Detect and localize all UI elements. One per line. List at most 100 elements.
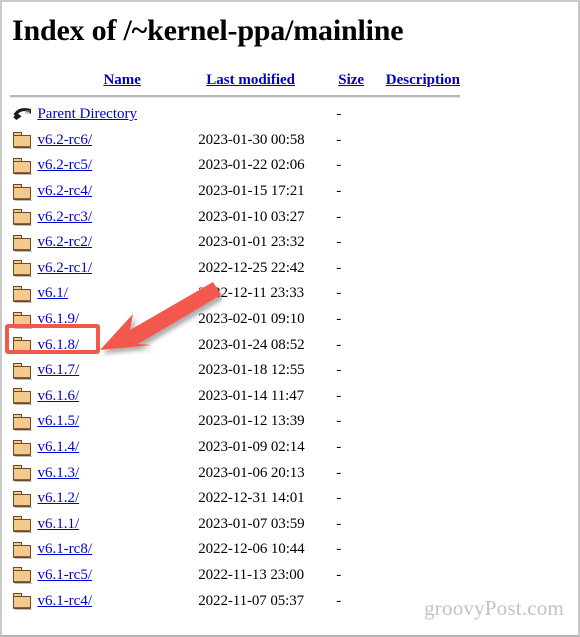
- directory-name-cell[interactable]: v6.1.2/: [37, 486, 198, 512]
- folder-icon: [13, 490, 33, 508]
- table-row: v6.2-rc5/2023-01-22 02:06 -: [10, 153, 460, 179]
- description-cell: [384, 281, 460, 307]
- directory-name-cell[interactable]: v6.1.4/: [37, 435, 198, 461]
- row-icon-cell: [10, 563, 37, 589]
- directory-name-cell[interactable]: v6.1.9/: [37, 307, 198, 333]
- description-cell: [384, 435, 460, 461]
- table-row: v6.1.5/2023-01-12 13:39 -: [10, 409, 460, 435]
- last-modified-cell: 2022-12-11 23:33: [198, 285, 305, 302]
- sort-by-description-link[interactable]: Description: [384, 72, 460, 88]
- directory-link[interactable]: v6.2-rc4/: [37, 183, 92, 199]
- header-icon-spacer: [10, 65, 37, 95]
- table-row: v6.2-rc2/2023-01-01 23:32 -: [10, 230, 460, 256]
- directory-name-cell[interactable]: v6.1/: [37, 281, 198, 307]
- folder-icon: [13, 259, 33, 278]
- directory-name-cell[interactable]: v6.1.3/: [37, 460, 198, 486]
- directory-name-cell[interactable]: v6.2-rc5/: [37, 153, 198, 179]
- row-icon-cell: [10, 332, 37, 358]
- directory-link[interactable]: v6.1.3/: [37, 465, 79, 481]
- directory-link[interactable]: v6.2-rc5/: [37, 157, 92, 173]
- page-title: Index of /~kernel-ppa/mainline: [12, 14, 404, 47]
- directory-name-cell[interactable]: v6.1-rc5/: [37, 563, 198, 589]
- row-icon-cell: [10, 512, 37, 538]
- directory-name-cell[interactable]: v6.1.1/: [37, 512, 198, 538]
- table-row: v6.1.6/2023-01-14 11:47 -: [10, 384, 460, 410]
- last-modified-cell: 2023-01-22 02:06: [198, 157, 305, 174]
- size-cell: -: [336, 183, 342, 200]
- folder-icon: [13, 234, 33, 252]
- directory-link[interactable]: v6.1.4/: [37, 439, 79, 455]
- table-row: v6.2-rc1/2022-12-25 22:42 -: [10, 256, 460, 282]
- directory-link[interactable]: v6.1.8/: [37, 337, 79, 353]
- directory-name-cell[interactable]: v6.2-rc1/: [37, 256, 198, 282]
- size-cell: -: [336, 285, 342, 302]
- last-modified-cell: 2023-01-09 02:14: [198, 439, 305, 456]
- directory-name-cell[interactable]: v6.2-rc3/: [37, 204, 198, 230]
- table-row: v6.1-rc5/2022-11-13 23:00 -: [10, 563, 460, 589]
- directory-link[interactable]: v6.1-rc5/: [37, 567, 92, 583]
- directory-name-cell[interactable]: v6.2-rc6/: [37, 128, 198, 154]
- directory-listing-table: Name Last modified Size Description Pare…: [10, 65, 460, 614]
- directory-link[interactable]: v6.1-rc4/: [37, 593, 92, 609]
- directory-link[interactable]: v6.2-rc3/: [37, 209, 92, 225]
- table-body: Parent Directory - v6.2-rc6/2023-01-30 00:…: [10, 102, 460, 614]
- watermark: groovyPost.com: [424, 596, 564, 620]
- parent-directory-link[interactable]: Parent Directory: [37, 106, 137, 122]
- table-row: v6.2-rc4/2023-01-15 17:21 -: [10, 179, 460, 205]
- folder-icon: [13, 131, 33, 150]
- directory-link[interactable]: v6.1/: [37, 285, 67, 301]
- row-icon-cell: [10, 384, 37, 410]
- size-cell: -: [336, 566, 342, 583]
- directory-link[interactable]: v6.1.1/: [37, 516, 79, 532]
- directory-link[interactable]: v6.1.7/: [37, 362, 79, 378]
- directory-link[interactable]: v6.1-rc8/: [37, 541, 92, 557]
- table-row: v6.1.4/2023-01-09 02:14 -: [10, 435, 460, 461]
- size-cell: -: [336, 157, 342, 174]
- row-icon-cell: [10, 179, 37, 205]
- folder-icon: [13, 464, 33, 483]
- sort-by-last-modified-link[interactable]: Last modified: [198, 72, 295, 88]
- sort-by-name-link[interactable]: Name: [37, 72, 141, 88]
- directory-link[interactable]: v6.2-rc1/: [37, 260, 92, 276]
- description-cell: [384, 179, 460, 205]
- directory-name-cell[interactable]: v6.1.7/: [37, 358, 198, 384]
- column-header-name[interactable]: Name: [37, 65, 198, 95]
- directory-name-cell[interactable]: v6.2-rc2/: [37, 230, 198, 256]
- size-cell: -: [336, 592, 342, 609]
- row-icon-cell: [10, 102, 37, 128]
- directory-name-cell[interactable]: v6.1.6/: [37, 384, 198, 410]
- folder-icon: [13, 362, 33, 380]
- last-modified-cell: 2022-12-25 22:42: [198, 259, 305, 276]
- directory-name-cell[interactable]: v6.2-rc4/: [37, 179, 198, 205]
- folder-icon: [13, 311, 33, 329]
- size-cell: -: [336, 362, 342, 379]
- row-icon-cell: [10, 460, 37, 486]
- last-modified-cell: 2023-01-12 13:39: [198, 413, 305, 430]
- description-cell: [384, 486, 460, 512]
- column-header-last-modified[interactable]: Last modified: [198, 65, 336, 95]
- directory-link[interactable]: v6.1.2/: [37, 490, 79, 506]
- directory-link[interactable]: v6.2-rc2/: [37, 234, 92, 250]
- directory-name-cell[interactable]: v6.1.8/: [37, 332, 198, 358]
- row-icon-cell: [10, 256, 37, 282]
- parent-directory-cell[interactable]: Parent Directory: [37, 102, 198, 128]
- directory-link[interactable]: v6.2-rc6/: [37, 132, 92, 148]
- directory-link[interactable]: v6.1.5/: [37, 413, 79, 429]
- directory-link[interactable]: v6.1.9/: [37, 311, 79, 327]
- folder-icon: [13, 592, 33, 611]
- sort-by-size-link[interactable]: Size: [336, 72, 364, 88]
- size-cell: -: [336, 490, 342, 507]
- table-row: v6.1.2/2022-12-31 14:01 -: [10, 486, 460, 512]
- folder-icon: [13, 285, 33, 303]
- directory-name-cell[interactable]: v6.1-rc4/: [37, 588, 198, 614]
- last-modified-cell: 2023-01-14 11:47: [198, 387, 305, 404]
- last-modified-cell: 2022-12-06 10:44: [198, 541, 305, 558]
- folder-icon: [13, 336, 33, 355]
- horizontal-rule: [10, 95, 460, 98]
- table-row: Parent Directory -: [10, 102, 460, 128]
- column-header-size[interactable]: Size: [336, 65, 384, 95]
- directory-link[interactable]: v6.1.6/: [37, 388, 79, 404]
- column-header-description[interactable]: Description: [384, 65, 460, 95]
- directory-name-cell[interactable]: v6.1.5/: [37, 409, 198, 435]
- directory-name-cell[interactable]: v6.1-rc8/: [37, 537, 198, 563]
